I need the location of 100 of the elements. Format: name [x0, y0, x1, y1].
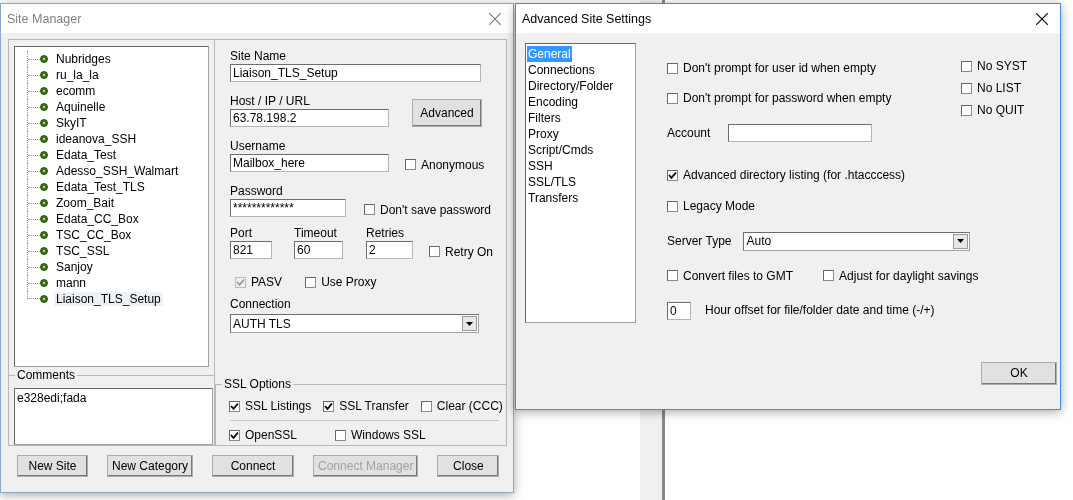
category-item[interactable]: SSH — [527, 158, 554, 174]
category-item[interactable]: Encoding — [527, 94, 580, 110]
site-name-field[interactable]: Liaison_TLS_Setup — [230, 64, 481, 82]
checkbox-option[interactable]: Don't save password — [364, 202, 491, 217]
tree-item[interactable]: ru_la_la — [54, 68, 101, 82]
ok-button[interactable]: OK — [981, 361, 1057, 385]
site-node-icon — [40, 103, 48, 111]
field-label: Password — [230, 184, 284, 198]
field-label: Timeout — [294, 226, 338, 240]
checkbox[interactable] — [667, 62, 678, 74]
checkbox[interactable] — [823, 270, 835, 281]
field-label: Port — [230, 226, 253, 240]
checkbox-option[interactable]: No QUIT — [961, 103, 1027, 117]
retries-field[interactable]: 2 — [366, 241, 413, 259]
checkbox-option[interactable]: Legacy Mode — [667, 199, 756, 213]
tree-item[interactable]: Edata_Test_TLS — [54, 180, 147, 194]
checkbox-option[interactable]: Use Proxy — [305, 275, 377, 289]
checkbox-option[interactable]: Don't prompt for user id when empty — [667, 61, 892, 75]
dialog-button[interactable]: Close — [437, 455, 500, 477]
host-field[interactable]: 63.78.198.2 — [230, 109, 389, 127]
checkbox-option[interactable]: OpenSSL — [229, 428, 298, 442]
tree-item[interactable]: Edata_CC_Box — [54, 212, 141, 226]
checkbox-option[interactable]: Clear (CCC) — [420, 399, 503, 413]
field-label: Username — [230, 139, 287, 153]
checkbox-option[interactable]: Retry On — [429, 244, 493, 259]
category-item[interactable]: Connections — [527, 62, 596, 78]
site-node-icon — [40, 295, 48, 303]
checkbox[interactable] — [429, 246, 440, 257]
tree-item[interactable]: TSC_SSL — [54, 244, 112, 258]
tree-item[interactable]: SkyIT — [54, 116, 89, 130]
checkbox[interactable] — [667, 92, 678, 104]
checkbox[interactable] — [405, 159, 416, 170]
field-label: Account — [667, 125, 711, 140]
site-node-icon — [40, 119, 48, 127]
site-node-icon — [40, 199, 48, 207]
checkbox-option[interactable]: Windows SSL — [335, 428, 426, 442]
site-node-icon — [40, 215, 48, 223]
category-item[interactable]: Directory/Folder — [527, 78, 615, 94]
tree-item[interactable]: Edata_Test — [54, 148, 119, 162]
tree-item[interactable]: Adesso_SSH_Walmart — [54, 164, 181, 178]
group-label: Comments — [15, 368, 77, 382]
tree-item[interactable]: ecomm — [54, 84, 98, 98]
port-field[interactable]: 821 — [230, 241, 272, 259]
checkbox[interactable] — [961, 82, 972, 94]
password-field[interactable]: ************* — [230, 199, 346, 217]
field-label: Connection — [230, 297, 292, 311]
checkbox[interactable] — [335, 429, 347, 441]
tree-item[interactable]: Sanjoy — [54, 260, 95, 274]
checkbox[interactable] — [229, 400, 240, 412]
checkbox[interactable] — [364, 204, 375, 215]
checkbox[interactable] — [667, 270, 678, 281]
connection-dropdown[interactable]: AUTH TLS — [230, 314, 479, 333]
close-icon[interactable] — [1036, 12, 1048, 25]
category-item[interactable]: Script/Cmds — [527, 142, 595, 158]
checkbox-option[interactable]: No SYST — [961, 59, 1027, 73]
dialog-button[interactable]: New Category — [107, 455, 194, 477]
group-label: SSL Options — [222, 377, 293, 391]
checkbox[interactable] — [667, 169, 678, 181]
tree-item[interactable]: mann — [54, 276, 89, 290]
account-field[interactable] — [728, 124, 873, 142]
hour-offset-field[interactable]: 0 — [667, 301, 691, 320]
tree-item[interactable]: TSC_CC_Box — [54, 228, 134, 242]
site-node-icon — [40, 135, 48, 143]
tree-item[interactable]: Zoom_Bait — [54, 196, 117, 210]
checkbox[interactable] — [667, 200, 678, 212]
dialog-button[interactable]: New Site — [17, 455, 88, 477]
checkbox[interactable] — [961, 104, 972, 116]
site-node-icon — [40, 183, 48, 191]
tree-item[interactable]: Nubridges — [54, 52, 113, 66]
advanced-button[interactable]: Advanced — [412, 99, 482, 127]
checkbox[interactable] — [961, 60, 972, 72]
username-field[interactable]: Mailbox_here — [230, 154, 389, 172]
site-node-icon — [40, 87, 48, 95]
dialog-button[interactable]: Connect — [212, 455, 295, 477]
category-item[interactable]: Proxy — [527, 126, 560, 142]
tree-item[interactable]: Liaison_TLS_Setup — [54, 292, 163, 306]
category-item[interactable]: Filters — [527, 110, 562, 126]
checkbox-option[interactable]: Anonymous — [405, 157, 485, 172]
window-title: Site Manager — [7, 11, 82, 26]
tree-item[interactable]: Aquinelle — [54, 100, 108, 114]
timeout-field[interactable]: 60 — [294, 241, 343, 259]
field-label: Site Name — [230, 49, 288, 63]
checkbox[interactable] — [229, 429, 240, 441]
checkbox-option[interactable]: Convert files to GMT — [667, 268, 794, 283]
checkbox[interactable] — [323, 400, 335, 412]
category-item[interactable]: SSL/TLS — [527, 174, 578, 190]
category-item[interactable]: Transfers — [527, 190, 580, 206]
tree-item[interactable]: ideanova_SSH — [54, 132, 139, 146]
checkbox-option[interactable]: No LIST — [961, 81, 1027, 95]
comments-field[interactable]: e328edi;fada — [14, 388, 213, 445]
checkbox-option[interactable]: SSL Transfer — [323, 399, 409, 413]
site-node-icon — [40, 71, 48, 79]
checkbox-option[interactable]: Don't prompt for password when empty — [667, 91, 892, 105]
checkbox-option[interactable]: SSL Listings — [229, 399, 312, 413]
checkbox-option[interactable]: Advanced directory listing (for .htacccess) — [667, 168, 906, 182]
checkbox[interactable] — [420, 400, 432, 412]
checkbox-option[interactable]: Adjust for daylight savings — [823, 268, 979, 283]
checkbox[interactable] — [305, 276, 317, 288]
site-node-icon — [40, 55, 48, 63]
server-type-dropdown[interactable]: Auto — [743, 231, 971, 251]
